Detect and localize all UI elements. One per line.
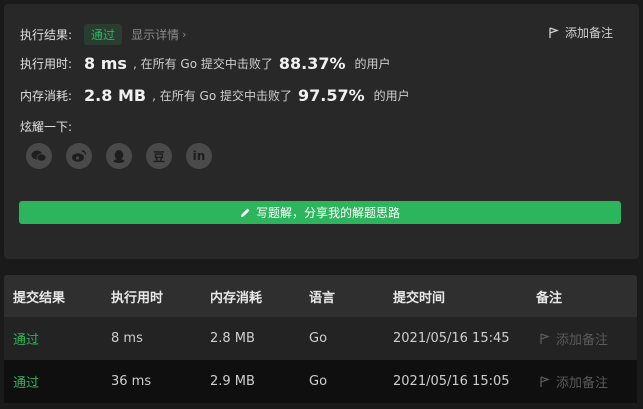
add-note-button[interactable]: 添加备注 bbox=[549, 24, 613, 41]
header-language: 语言 bbox=[309, 290, 336, 306]
memory-percent: 97.57% bbox=[297, 86, 365, 105]
row-memory: 2.9 MB bbox=[210, 374, 255, 389]
memory-text: , 在所有 Go 提交中击败了 bbox=[152, 89, 292, 103]
row-result[interactable]: 通过 bbox=[13, 329, 39, 348]
memory-label: 内存消耗: bbox=[20, 89, 73, 103]
linkedin-icon[interactable]: in bbox=[186, 143, 212, 169]
header-memory: 内存消耗 bbox=[210, 290, 263, 306]
result-label: 执行结果: bbox=[20, 28, 73, 42]
row-add-note-button[interactable]: 添加备注 bbox=[540, 372, 608, 391]
flag-icon bbox=[540, 375, 550, 387]
row-memory: 2.8 MB bbox=[210, 331, 255, 346]
flag-icon bbox=[549, 26, 559, 38]
header-submit-time: 提交时间 bbox=[393, 290, 446, 306]
share-label: 炫耀一下: bbox=[20, 120, 73, 134]
add-note-label: 添加备注 bbox=[564, 26, 613, 40]
wechat-icon[interactable] bbox=[26, 143, 52, 169]
table-row[interactable]: 通过 36 ms 2.9 MB Go 2021/05/16 15:05 添加备注 bbox=[4, 360, 637, 403]
submissions-table: 提交结果 执行用时 内存消耗 语言 提交时间 备注 通过 8 ms 2.8 MB… bbox=[4, 275, 637, 406]
result-row: 执行结果: 通过 显示详情 › bbox=[20, 24, 186, 45]
runtime-text: , 在所有 Go 提交中击败了 bbox=[132, 57, 273, 71]
pencil-icon bbox=[240, 208, 250, 217]
row-add-note-label: 添加备注 bbox=[556, 376, 609, 391]
write-solution-button[interactable]: 写题解，分享我的解题思路 bbox=[19, 201, 621, 224]
write-solution-label: 写题解，分享我的解题思路 bbox=[255, 206, 400, 220]
runtime-tail: 的用户 bbox=[354, 57, 391, 71]
weibo-icon[interactable] bbox=[66, 143, 92, 169]
result-card: 执行结果: 通过 显示详情 › 添加备注 执行用时: 8 ms , 在所有 Go… bbox=[4, 4, 639, 259]
runtime-row: 执行用时: 8 ms , 在所有 Go 提交中击败了 88.37% 的用户 bbox=[20, 54, 391, 73]
row-add-note-button[interactable]: 添加备注 bbox=[540, 329, 608, 348]
row-language: Go bbox=[309, 374, 328, 389]
qq-icon[interactable] bbox=[106, 143, 132, 169]
share-row: 炫耀一下: bbox=[20, 118, 72, 135]
row-submit-time: 2021/05/16 15:45 bbox=[393, 331, 510, 346]
memory-value: 2.8 MB bbox=[84, 86, 147, 105]
douban-icon[interactable]: 豆 bbox=[146, 143, 172, 169]
runtime-value: 8 ms bbox=[84, 54, 127, 73]
row-language: Go bbox=[309, 331, 328, 346]
share-icons: 豆 in bbox=[26, 143, 226, 169]
table-header: 提交结果 执行用时 内存消耗 语言 提交时间 备注 bbox=[4, 275, 637, 317]
runtime-percent: 88.37% bbox=[278, 54, 346, 73]
memory-row: 内存消耗: 2.8 MB , 在所有 Go 提交中击败了 97.57% 的用户 bbox=[20, 86, 410, 105]
row-add-note-label: 添加备注 bbox=[556, 333, 609, 348]
runtime-label: 执行用时: bbox=[20, 57, 73, 71]
row-submit-time: 2021/05/16 15:05 bbox=[393, 374, 510, 389]
header-note: 备注 bbox=[536, 290, 563, 306]
status-badge: 通过 bbox=[84, 24, 123, 45]
show-details-link[interactable]: 显示详情 › bbox=[131, 26, 186, 43]
flag-icon bbox=[540, 332, 550, 344]
chevron-right-icon: › bbox=[182, 28, 187, 41]
header-result: 提交结果 bbox=[13, 290, 66, 306]
table-row[interactable]: 通过 8 ms 2.8 MB Go 2021/05/16 15:45 添加备注 bbox=[4, 317, 637, 360]
row-runtime: 8 ms bbox=[111, 331, 143, 346]
memory-tail: 的用户 bbox=[373, 89, 410, 103]
row-result[interactable]: 通过 bbox=[13, 372, 39, 391]
row-runtime: 36 ms bbox=[111, 374, 152, 389]
show-details-label: 显示详情 bbox=[131, 28, 180, 42]
header-runtime: 执行用时 bbox=[111, 290, 164, 306]
